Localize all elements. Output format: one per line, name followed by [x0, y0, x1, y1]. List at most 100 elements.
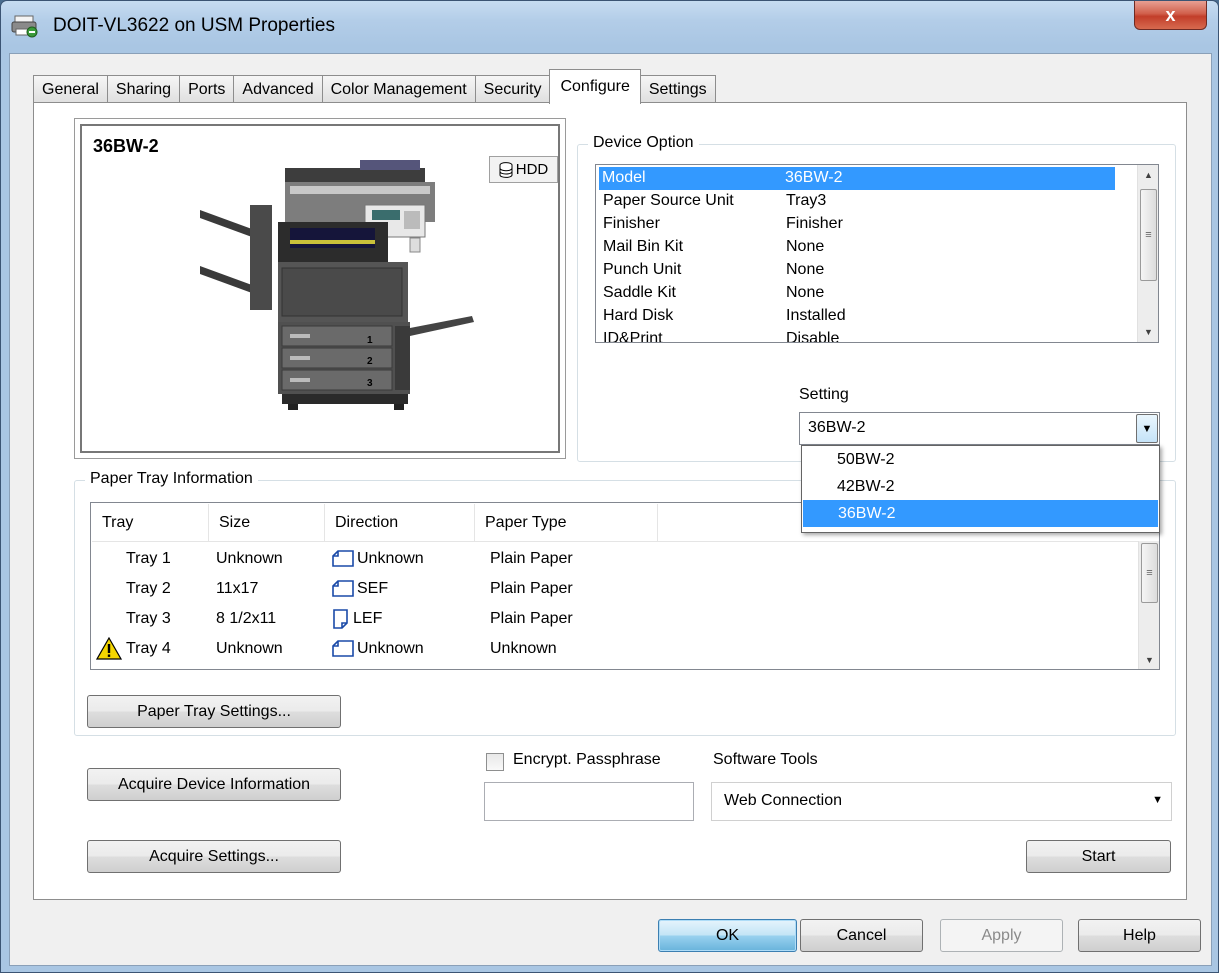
hdd-label: HDD	[515, 161, 549, 178]
tray-status-cell	[92, 544, 126, 574]
paper-tray-settings-button[interactable]: Paper Tray Settings...	[87, 695, 341, 728]
help-button[interactable]: Help	[1078, 919, 1201, 952]
scroll-down-arrow-icon[interactable]: ▼	[1138, 322, 1158, 342]
software-tools-value: Web Connection	[724, 792, 842, 809]
tray-paper-type-cell: Plain Paper	[490, 550, 573, 567]
option-row-hard-disk[interactable]: Hard Disk Installed	[600, 305, 846, 328]
hard-disk-icon	[499, 161, 513, 178]
tray-name-cell: Tray 2	[126, 580, 171, 597]
chevron-down-icon[interactable]: ▼	[1152, 794, 1163, 806]
encrypt-passphrase-label: Encrypt. Passphrase	[513, 751, 661, 768]
printer-icon	[11, 15, 38, 38]
table-row[interactable]: Tray 2 11x17 SEF Plain Paper	[92, 574, 690, 604]
option-row-finisher[interactable]: Finisher Finisher	[600, 213, 843, 236]
close-button[interactable]: x	[1134, 1, 1207, 30]
tray-direction-text: LEF	[353, 610, 383, 627]
setting-option-36bw-2[interactable]: 36BW-2	[803, 500, 1158, 527]
tray-status-cell	[92, 574, 126, 604]
dialog-client-area: General Sharing Ports Advanced Color Man…	[9, 53, 1212, 966]
tab-sharing[interactable]: Sharing	[106, 75, 181, 104]
apply-button[interactable]: Apply	[940, 919, 1063, 952]
software-tools-label: Software Tools	[713, 751, 818, 768]
option-row-paper-source-unit[interactable]: Paper Source Unit Tray3	[600, 190, 826, 213]
mfp-printer-illustration	[200, 160, 474, 410]
tray-name-cell: Tray 1	[126, 550, 171, 567]
setting-combobox-value: 36BW-2	[808, 419, 866, 436]
scroll-down-arrow-icon[interactable]: ▼	[1139, 650, 1159, 669]
setting-dropdown-list[interactable]: 50BW-2 42BW-2 36BW-2	[801, 445, 1160, 533]
paper-landscape-icon	[332, 580, 354, 597]
tab-color-management[interactable]: Color Management	[321, 75, 476, 104]
column-header-direction[interactable]: Direction	[325, 504, 475, 542]
setting-label: Setting	[799, 386, 849, 403]
tray-status-cell	[92, 604, 126, 634]
tray-name-cell: Tray 4	[126, 640, 171, 657]
tray-number-1: 1	[367, 335, 373, 346]
tab-advanced[interactable]: Advanced	[233, 75, 323, 104]
setting-option-50bw-2[interactable]: 50BW-2	[802, 446, 1159, 473]
paper-portrait-icon	[333, 609, 348, 629]
window-title: DOIT-VL3622 on USM Properties	[53, 15, 335, 36]
device-option-label: Device Option	[588, 134, 699, 152]
tray-direction-cell: SEF	[332, 574, 490, 604]
tray-direction-text: Unknown	[357, 550, 424, 567]
tray-direction-cell: Unknown	[332, 634, 490, 664]
option-row-mail-bin-kit[interactable]: Mail Bin Kit None	[600, 236, 824, 259]
title-bar[interactable]: DOIT-VL3622 on USM Properties x	[1, 1, 1218, 53]
configure-panel: 36BW-2 HDD 1 2 3 Device Option Model 36B…	[33, 102, 1187, 900]
column-header-tray[interactable]: Tray	[92, 504, 209, 542]
tab-settings[interactable]: Settings	[639, 75, 716, 104]
tray-paper-type-cell: Plain Paper	[490, 610, 573, 627]
chevron-down-icon[interactable]: ▼	[1136, 414, 1158, 443]
device-option-list[interactable]: Model 36BW-2 Paper Source Unit Tray3 Fin…	[595, 164, 1159, 343]
tray-status-cell	[92, 634, 126, 664]
option-row-punch-unit[interactable]: Punch Unit None	[600, 259, 824, 282]
warning-icon	[96, 637, 122, 660]
device-option-scrollbar[interactable]: ▲ ≡ ▼	[1137, 165, 1158, 342]
setting-combobox[interactable]: 36BW-2 ▼	[799, 412, 1160, 445]
table-row[interactable]: Tray 4 Unknown Unknown Unknown	[92, 634, 690, 664]
start-button[interactable]: Start	[1026, 840, 1171, 873]
scroll-up-arrow-icon[interactable]: ▲	[1138, 165, 1158, 185]
column-header-size[interactable]: Size	[209, 504, 325, 542]
device-image-frame: 36BW-2 HDD 1 2 3	[74, 118, 566, 459]
scroll-thumb[interactable]: ≡	[1140, 189, 1157, 281]
scroll-thumb[interactable]: ≡	[1141, 543, 1158, 603]
hdd-badge: HDD	[489, 156, 558, 183]
tray-paper-type-cell: Plain Paper	[490, 580, 573, 597]
device-image: 36BW-2 HDD 1 2 3	[80, 124, 560, 453]
acquire-settings-button[interactable]: Acquire Settings...	[87, 840, 341, 873]
tab-security[interactable]: Security	[474, 75, 551, 104]
tray-direction-text: Unknown	[357, 640, 424, 657]
device-model-label: 36BW-2	[93, 136, 159, 156]
tray-direction-text: SEF	[357, 580, 389, 597]
tab-configure[interactable]: Configure	[549, 69, 641, 104]
option-row-id-print[interactable]: ID&Print Disable	[600, 328, 839, 342]
option-row-model[interactable]: Model 36BW-2	[599, 167, 1115, 190]
option-row-saddle-kit[interactable]: Saddle Kit None	[600, 282, 824, 305]
tray-size-cell: 11x17	[216, 580, 259, 597]
tab-ports[interactable]: Ports	[179, 75, 235, 104]
table-row[interactable]: Tray 1 Unknown Unknown Plain Paper	[92, 544, 690, 574]
paper-landscape-icon	[332, 550, 354, 567]
acquire-device-information-button[interactable]: Acquire Device Information	[87, 768, 341, 801]
table-row[interactable]: Tray 3 8 1/2x11 LEF Plain Paper	[92, 604, 690, 634]
tray-size-cell: 8 1/2x11	[216, 610, 277, 627]
tray-number-2: 2	[367, 356, 373, 367]
passphrase-input[interactable]	[484, 782, 694, 821]
tab-strip: General Sharing Ports Advanced Color Man…	[33, 69, 716, 104]
properties-window: DOIT-VL3622 on USM Properties x General …	[0, 0, 1219, 973]
column-header-paper-type[interactable]: Paper Type	[475, 504, 658, 542]
cancel-button[interactable]: Cancel	[800, 919, 923, 952]
tray-paper-type-cell: Unknown	[490, 640, 557, 657]
tray-size-cell: Unknown	[216, 640, 283, 657]
tab-general[interactable]: General	[33, 75, 108, 104]
encrypt-passphrase-checkbox[interactable]	[486, 753, 504, 771]
software-tools-combobox[interactable]: Web Connection ▼	[711, 782, 1172, 821]
paper-landscape-icon	[332, 640, 354, 657]
setting-option-42bw-2[interactable]: 42BW-2	[802, 473, 1159, 500]
ok-button[interactable]: OK	[658, 919, 797, 952]
paper-tray-scrollbar[interactable]: ≡ ▼	[1138, 541, 1159, 669]
close-icon: x	[1165, 4, 1176, 25]
tray-size-cell: Unknown	[216, 550, 283, 567]
